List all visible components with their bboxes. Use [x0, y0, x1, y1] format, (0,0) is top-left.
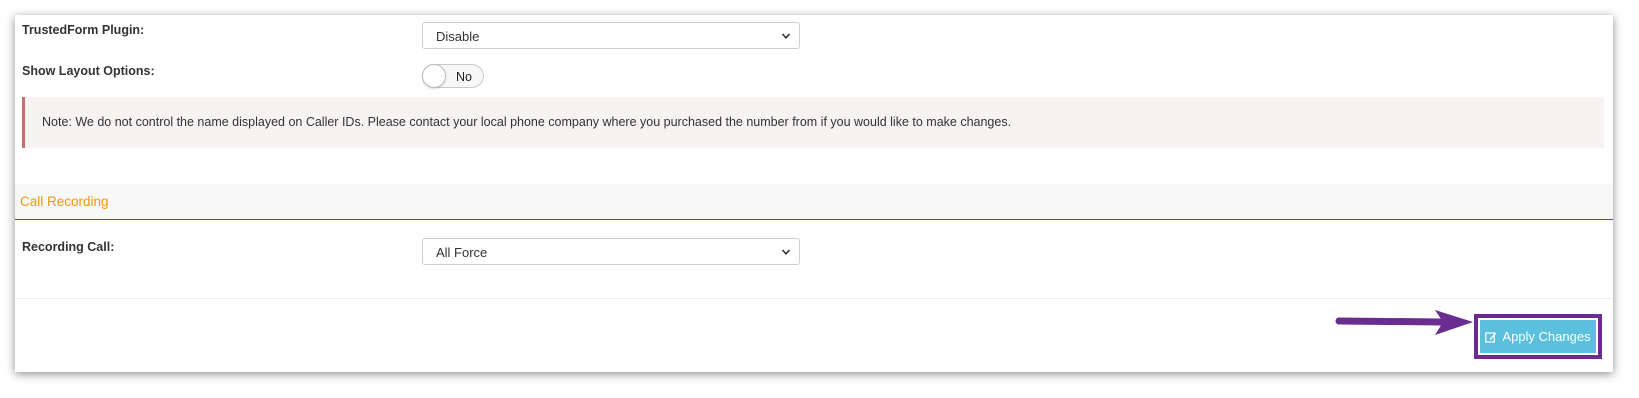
apply-changes-button[interactable]: Apply Changes	[1478, 318, 1598, 355]
section-title: Call Recording	[20, 194, 109, 209]
toggle-text: No	[456, 70, 472, 84]
note-text: Note: We do not control the name display…	[42, 115, 1012, 129]
recording-call-value: All Force	[436, 245, 488, 260]
call-recording-section-header: Call Recording	[15, 184, 1613, 220]
toggle-knob	[422, 64, 446, 88]
recording-call-select[interactable]: All Force	[422, 238, 800, 265]
recording-call-label: Recording Call:	[22, 240, 115, 254]
footer-divider	[15, 298, 1613, 299]
chevron-down-icon	[781, 249, 791, 255]
arrow-right-icon	[1335, 310, 1473, 335]
settings-panel: TrustedForm Plugin: Disable Show Layout …	[15, 15, 1613, 372]
trustedform-select[interactable]: Disable	[422, 22, 800, 49]
edit-icon	[1485, 331, 1497, 343]
trustedform-value: Disable	[436, 29, 480, 44]
apply-changes-label: Apply Changes	[1502, 329, 1591, 344]
trustedform-label: TrustedForm Plugin:	[22, 23, 145, 37]
chevron-down-icon	[781, 33, 791, 39]
caller-id-note: Note: We do not control the name display…	[22, 97, 1604, 148]
show-layout-toggle[interactable]: No	[422, 64, 484, 88]
show-layout-label: Show Layout Options:	[22, 64, 155, 78]
